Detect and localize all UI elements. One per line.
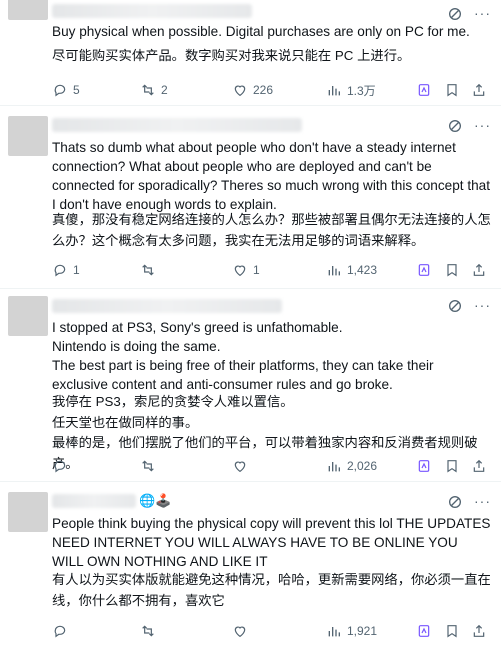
views-icon bbox=[328, 627, 340, 637]
avatar[interactable] bbox=[8, 492, 48, 532]
author-name[interactable] bbox=[52, 299, 282, 313]
repost-icon bbox=[142, 84, 154, 96]
save-button[interactable] bbox=[444, 81, 460, 99]
tweet-3[interactable]: ··· I stopped at PS3, Sony's greed is un… bbox=[0, 289, 501, 482]
share-button[interactable] bbox=[471, 261, 487, 279]
share-icon bbox=[473, 263, 485, 276]
share-button[interactable] bbox=[471, 81, 487, 99]
views-button[interactable]: 1,423 bbox=[326, 261, 377, 279]
bookmark-icon bbox=[447, 84, 457, 97]
tweet-text: People think buying the physical copy wi… bbox=[52, 516, 491, 569]
save-button[interactable] bbox=[444, 261, 460, 279]
author-name[interactable] bbox=[52, 118, 302, 132]
save-button[interactable] bbox=[444, 457, 460, 475]
more-icon[interactable]: ··· bbox=[474, 118, 491, 132]
tweet-actions: 5 2 226 1.3万 bbox=[52, 81, 493, 99]
tweet-text: I stopped at PS3, Sony's greed is unfath… bbox=[52, 320, 434, 392]
tweet-translation: 真傻，那没有稳定网络连接的人怎么办？那些被部署且偶尔无法连接的人怎么办？这个概念… bbox=[52, 212, 491, 248]
views-button[interactable]: 1,921 bbox=[326, 622, 377, 640]
reply-button[interactable]: 1 bbox=[52, 261, 80, 279]
share-button[interactable] bbox=[471, 622, 487, 640]
views-icon bbox=[328, 462, 340, 472]
bookmark-icon bbox=[447, 264, 457, 277]
repost-button[interactable] bbox=[140, 622, 156, 640]
more-icon[interactable]: ··· bbox=[474, 6, 491, 20]
share-icon bbox=[473, 459, 485, 472]
tweet-4[interactable]: 🌐🕹️ ··· People think buying the physical… bbox=[0, 482, 501, 646]
avatar[interactable] bbox=[8, 0, 48, 20]
like-button[interactable] bbox=[232, 457, 248, 475]
tweet-actions: 1,921 bbox=[52, 622, 493, 640]
reply-button[interactable] bbox=[52, 457, 68, 475]
views-count: 1,921 bbox=[347, 624, 378, 638]
more-icon[interactable]: ··· bbox=[474, 494, 491, 508]
like-icon bbox=[234, 626, 246, 638]
views-button[interactable]: 1.3万 bbox=[326, 81, 376, 99]
bookmark-button[interactable] bbox=[416, 261, 432, 279]
bookmark-icon bbox=[418, 264, 430, 276]
share-icon bbox=[473, 624, 485, 637]
reply-button[interactable] bbox=[52, 622, 68, 640]
tweet-translation: 尽可能购买实体产品。数字购买对我来说只能在 PC 上进行。 bbox=[52, 48, 411, 63]
views-count: 1,423 bbox=[347, 263, 378, 277]
views-icon bbox=[328, 266, 340, 276]
bookmark-button[interactable] bbox=[416, 622, 432, 640]
share-icon bbox=[473, 83, 485, 96]
author-name[interactable] bbox=[52, 494, 136, 508]
like-button[interactable] bbox=[232, 622, 248, 640]
share-button[interactable] bbox=[471, 457, 487, 475]
grok-icon[interactable] bbox=[447, 6, 463, 22]
repost-button[interactable] bbox=[140, 457, 156, 475]
like-button[interactable]: 1 bbox=[232, 261, 260, 279]
avatar[interactable] bbox=[8, 116, 48, 156]
repost-count: 2 bbox=[161, 83, 168, 97]
views-icon bbox=[328, 86, 340, 96]
repost-button[interactable]: 2 bbox=[140, 81, 168, 99]
tweet-actions: 1 1 1,423 bbox=[52, 261, 493, 279]
reply-button[interactable]: 5 bbox=[52, 81, 80, 99]
reply-icon bbox=[54, 460, 66, 473]
bookmark-icon bbox=[447, 625, 457, 638]
bookmark-icon bbox=[418, 625, 430, 637]
like-icon bbox=[234, 265, 246, 277]
reply-icon bbox=[54, 625, 66, 638]
like-count: 226 bbox=[253, 83, 274, 97]
grok-icon[interactable] bbox=[447, 118, 463, 134]
bookmark-button[interactable] bbox=[416, 457, 432, 475]
like-icon bbox=[234, 461, 246, 473]
reply-icon bbox=[54, 264, 66, 277]
views-button[interactable]: 2,026 bbox=[326, 457, 377, 475]
tweet-text: Buy physical when possible. Digital purc… bbox=[52, 24, 470, 39]
like-icon bbox=[234, 85, 246, 97]
bookmark-button[interactable] bbox=[416, 81, 432, 99]
more-icon[interactable]: ··· bbox=[474, 298, 491, 312]
avatar[interactable] bbox=[8, 296, 48, 336]
bookmark-icon bbox=[447, 460, 457, 473]
author-name[interactable] bbox=[52, 4, 252, 18]
tweet-text: Thats so dumb what about people who don'… bbox=[52, 140, 491, 212]
like-button[interactable]: 226 bbox=[232, 81, 273, 99]
reply-icon bbox=[54, 84, 66, 97]
bookmark-icon bbox=[418, 84, 430, 96]
repost-button[interactable] bbox=[140, 261, 156, 279]
tweet-2[interactable]: ··· Thats so dumb what about people who … bbox=[0, 106, 501, 289]
like-count: 1 bbox=[253, 263, 260, 277]
bookmark-icon bbox=[418, 460, 430, 472]
tweet-actions: 2,026 bbox=[52, 457, 493, 475]
save-button[interactable] bbox=[444, 622, 460, 640]
grok-icon[interactable] bbox=[447, 298, 463, 314]
reply-count: 5 bbox=[73, 83, 80, 97]
views-count: 2,026 bbox=[347, 459, 378, 473]
grok-icon[interactable] bbox=[447, 494, 463, 510]
name-emoji: 🌐🕹️ bbox=[139, 493, 172, 508]
tweet-1[interactable]: ··· Buy physical when possible. Digital … bbox=[0, 0, 501, 106]
repost-icon bbox=[142, 625, 154, 637]
repost-icon bbox=[142, 264, 154, 276]
tweet-translation: 有人以为买实体版就能避免这种情况，哈哈，更新需要网络，你必须一直在线，你什么都不… bbox=[52, 572, 491, 608]
repost-icon bbox=[142, 460, 154, 472]
reply-count: 1 bbox=[73, 263, 80, 277]
views-count: 1.3万 bbox=[347, 83, 376, 98]
